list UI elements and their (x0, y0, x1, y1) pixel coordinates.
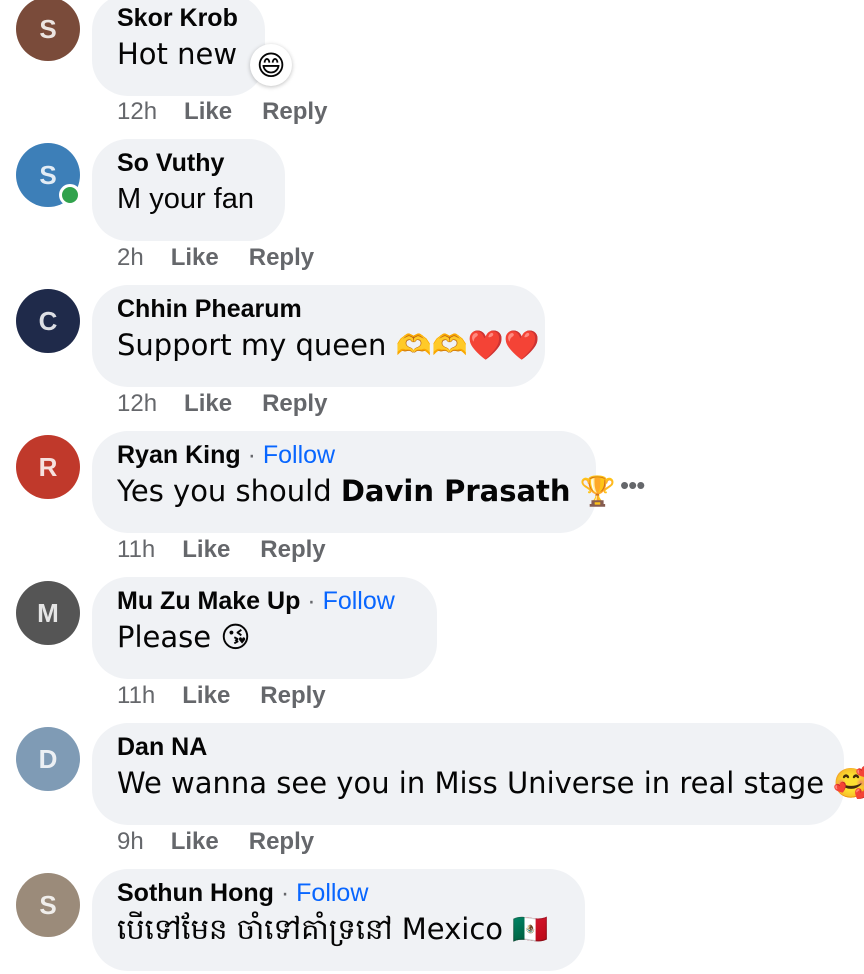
separator-dot: · (247, 441, 256, 469)
follow-button[interactable]: Follow (263, 441, 335, 469)
like-button[interactable]: Like (184, 98, 232, 125)
reply-button[interactable]: Reply (260, 536, 325, 563)
avatar[interactable]: M (16, 581, 80, 645)
online-status-icon (59, 184, 81, 206)
comment-meta: 9h Like Reply (117, 827, 314, 857)
comment-text: បើទៅមែន ចាំទៅគាំទ្រនៅ Mexico 🇲🇽 (117, 912, 549, 946)
commenter-name[interactable]: Dan NA (117, 733, 207, 761)
avatar[interactable]: S (16, 873, 80, 937)
avatar[interactable]: S (16, 0, 80, 61)
separator-dot: · (307, 587, 316, 615)
commenter-name[interactable]: Sothun Hong (117, 879, 274, 907)
commenter-name[interactable]: Skor Krob (117, 4, 238, 32)
follow-button[interactable]: Follow (323, 587, 395, 615)
comment-text: Support my queen 🫶🫶❤️❤️ (117, 328, 540, 362)
timestamp: 11h (117, 682, 156, 709)
avatar-initial: D (38, 743, 58, 774)
separator-dot: · (280, 879, 290, 907)
more-options-icon[interactable]: ••• (620, 470, 645, 501)
comment-text: Yes you should Davin Prasath 🏆 (117, 472, 616, 510)
avatar-initial: R (38, 451, 58, 482)
mention-link[interactable]: Davin Prasath (341, 474, 571, 508)
reply-button[interactable]: Reply (262, 98, 327, 125)
timestamp: 11h (117, 536, 156, 563)
comment-text: Hot new (117, 37, 238, 71)
reply-button[interactable]: Reply (249, 244, 314, 271)
comment-bubble: Mu Zu Make Up · Follow Please 😘 (92, 577, 437, 679)
commenter-name[interactable]: Chhin Phearum (117, 295, 302, 323)
like-button[interactable]: Like (171, 828, 219, 855)
comment-meta: 2h Like Reply (117, 243, 314, 273)
timestamp: 12h (117, 390, 158, 417)
comment-meta: 12h Like Reply (117, 389, 327, 419)
reply-button[interactable]: Reply (262, 390, 327, 417)
avatar-initial: S (39, 889, 57, 920)
like-button[interactable]: Like (182, 682, 230, 709)
reply-button[interactable]: Reply (249, 828, 314, 855)
comment-bubble: Ryan King · Follow Yes you should Davin … (92, 431, 616, 533)
comment-text: M your fan (117, 183, 254, 215)
comment-text: Please 😘 (117, 620, 251, 654)
timestamp: 9h (117, 828, 144, 855)
avatar-initial: S (39, 13, 57, 44)
commenter-name[interactable]: Ryan King (117, 441, 241, 469)
reaction-emoji-icon[interactable]: 😄 (250, 44, 292, 86)
avatar-initial: M (37, 597, 59, 628)
avatar[interactable]: D (16, 727, 80, 791)
comment-bubble: Dan NA We wanna see you in Miss Universe… (92, 723, 864, 825)
comment-text-suffix: 🏆 (570, 474, 616, 508)
avatar[interactable]: C (16, 289, 80, 353)
avatar[interactable]: R (16, 435, 80, 499)
comment-meta: 11h Like Reply (117, 681, 326, 711)
follow-button[interactable]: Follow (296, 879, 368, 907)
comment-bubble: So Vuthy M your fan (92, 139, 285, 241)
avatar-initial: C (38, 305, 58, 336)
comment-meta: 12h Like Reply (117, 97, 327, 127)
like-button[interactable]: Like (182, 536, 230, 563)
commenter-name[interactable]: Mu Zu Make Up (117, 587, 300, 615)
commenter-name[interactable]: So Vuthy (117, 149, 224, 177)
timestamp: 2h (117, 244, 144, 271)
like-button[interactable]: Like (171, 244, 219, 271)
reply-button[interactable]: Reply (260, 682, 325, 709)
comment-text: We wanna see you in Miss Universe in rea… (117, 766, 864, 800)
comment-bubble: Sothun Hong · Follow បើទៅមែន ចាំទៅគាំទ្រ… (92, 869, 585, 971)
comment-text-prefix: Yes you should (117, 474, 341, 508)
comment-bubble: Chhin Phearum Support my queen 🫶🫶❤️❤️ (92, 285, 545, 387)
like-button[interactable]: Like (184, 390, 232, 417)
timestamp: 12h (117, 98, 158, 125)
comment-meta: 11h Like Reply (117, 535, 326, 565)
comment-bubble: Skor Krob Hot new (92, 0, 265, 96)
